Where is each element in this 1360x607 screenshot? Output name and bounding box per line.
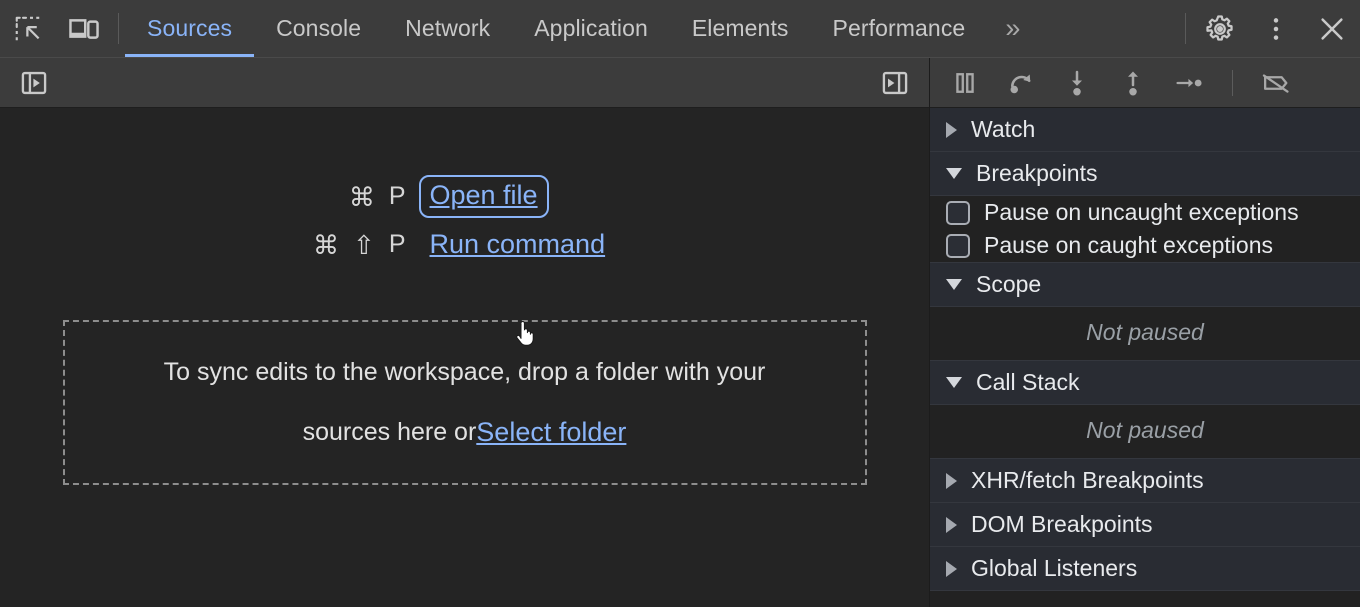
chevron-right-icon	[946, 472, 957, 489]
dropzone-text-2: sources here or	[302, 417, 477, 446]
command-key-glyph: ⌘	[348, 181, 375, 212]
shift-key-glyph: ⇧	[353, 229, 375, 260]
shortcut-keys-run-command: ⌘ ⇧ P	[200, 230, 430, 259]
chevron-double-right-icon: »	[1005, 13, 1021, 43]
toolbar-divider	[118, 13, 119, 44]
devtools-window: Sources Console Network Application Elem…	[0, 0, 1360, 607]
close-icon[interactable]	[1304, 0, 1360, 57]
deactivate-breakpoints-icon[interactable]	[1259, 66, 1293, 100]
debugger-toolbar	[930, 58, 1360, 108]
tab-label: Network	[405, 15, 491, 41]
shortcut-row-run-command: ⌘ ⇧ P Run command	[0, 229, 929, 260]
sidebar-section-label: Watch	[971, 116, 1036, 142]
debugger-sidebar: Watch Breakpoints Pause on uncaught exce…	[930, 58, 1360, 607]
inspect-element-icon[interactable]	[0, 0, 56, 57]
sidebar-section-dom-breakpoints[interactable]: DOM Breakpoints	[930, 503, 1360, 547]
tab-console[interactable]: Console	[254, 0, 383, 57]
more-tabs-button[interactable]: »	[987, 0, 1038, 57]
show-navigator-panel-icon[interactable]	[14, 63, 54, 103]
tab-sources[interactable]: Sources	[125, 0, 255, 57]
tab-elements[interactable]: Elements	[670, 0, 811, 57]
dropzone-line-2: sources here or Select folder	[303, 417, 627, 448]
shortcut-row-open-file: ⌘ P Open file	[0, 175, 929, 218]
tab-label: Sources	[147, 15, 233, 41]
p-key-glyph: P	[388, 182, 406, 210]
sidebar-section-breakpoints[interactable]: Breakpoints	[930, 152, 1360, 196]
step-out-icon[interactable]	[1116, 66, 1150, 100]
sidebar-section-label: XHR/fetch Breakpoints	[971, 467, 1204, 493]
chevron-down-icon	[946, 279, 962, 290]
sources-sub-toolbar	[0, 58, 929, 108]
chevron-down-icon	[946, 168, 962, 179]
pause-script-execution-icon[interactable]	[948, 66, 982, 100]
pause-on-caught-exceptions-row[interactable]: Pause on caught exceptions	[930, 229, 1360, 262]
run-command-action: Run command	[430, 229, 730, 260]
dropzone-line-1: To sync edits to the workspace, drop a f…	[164, 358, 766, 387]
sidebar-section-scope[interactable]: Scope	[930, 263, 1360, 307]
chevron-right-icon	[946, 516, 957, 533]
show-debugger-panel-icon[interactable]	[875, 63, 915, 103]
devtools-tab-bar: Sources Console Network Application Elem…	[0, 0, 1360, 58]
sidebar-section-label: Breakpoints	[976, 160, 1098, 186]
chevron-down-icon	[946, 377, 962, 388]
select-folder-link[interactable]: Select folder	[476, 417, 626, 448]
tab-label: Application	[534, 15, 648, 41]
sources-panel: ⌘ P Open file ⌘ ⇧ P Run command To sync …	[0, 58, 930, 607]
checkbox-caught-exceptions[interactable]	[946, 233, 970, 258]
step-icon[interactable]	[1172, 66, 1206, 100]
sidebar-section-label: DOM Breakpoints	[971, 511, 1153, 537]
breakpoints-section-body: Pause on uncaught exceptions Pause on ca…	[930, 196, 1360, 263]
step-over-icon[interactable]	[1004, 66, 1038, 100]
checkbox-uncaught-exceptions[interactable]	[946, 200, 970, 225]
checkbox-label: Pause on uncaught exceptions	[984, 199, 1299, 225]
tab-application[interactable]: Application	[512, 0, 670, 57]
tab-network[interactable]: Network	[383, 0, 512, 57]
checkbox-label: Pause on caught exceptions	[984, 232, 1273, 258]
sidebar-section-global-listeners[interactable]: Global Listeners	[930, 547, 1360, 591]
sidebar-section-label: Call Stack	[976, 369, 1080, 395]
sidebar-section-watch[interactable]: Watch	[930, 108, 1360, 152]
toolbar-divider-right	[1185, 13, 1186, 44]
workspace-dropzone[interactable]: To sync edits to the workspace, drop a f…	[62, 320, 867, 485]
chevron-right-icon	[946, 560, 957, 577]
chevron-right-icon	[946, 121, 957, 138]
shortcut-keys-open-file: ⌘ P	[200, 182, 430, 211]
toolbar-right-actions	[1179, 0, 1360, 57]
tab-performance[interactable]: Performance	[811, 0, 988, 57]
pause-on-uncaught-exceptions-row[interactable]: Pause on uncaught exceptions	[930, 196, 1360, 229]
p-key-glyph: P	[388, 230, 406, 258]
open-file-action: Open file	[418, 175, 730, 218]
sources-empty-state: ⌘ P Open file ⌘ ⇧ P Run command To sync …	[0, 108, 929, 607]
device-toolbar-icon[interactable]	[56, 0, 112, 57]
dropzone-text-1: To sync edits to the workspace, drop a f…	[163, 357, 766, 386]
tab-label: Console	[276, 15, 362, 41]
tab-label: Performance	[832, 15, 966, 41]
sidebar-section-call-stack[interactable]: Call Stack	[930, 361, 1360, 405]
panel-tabs: Sources Console Network Application Elem…	[125, 0, 1179, 57]
command-key-glyph: ⌘	[313, 229, 340, 260]
debugger-toolbar-divider	[1232, 69, 1233, 96]
sidebar-section-label: Global Listeners	[971, 555, 1138, 581]
tab-label: Elements	[691, 15, 789, 41]
sidebar-section-label: Scope	[976, 271, 1042, 297]
devtools-body: ⌘ P Open file ⌘ ⇧ P Run command To sync …	[0, 58, 1360, 607]
kebab-menu-icon[interactable]	[1248, 0, 1304, 57]
run-command-link[interactable]: Run command	[430, 229, 606, 260]
call-stack-section-body: Not paused	[930, 405, 1360, 459]
open-file-link[interactable]: Open file	[418, 175, 549, 218]
call-stack-status-text: Not paused	[1086, 417, 1204, 443]
scope-status-text: Not paused	[1086, 319, 1204, 345]
step-into-icon[interactable]	[1060, 66, 1094, 100]
scope-section-body: Not paused	[930, 307, 1360, 361]
gear-icon[interactable]	[1192, 0, 1248, 57]
sidebar-section-xhr-fetch-breakpoints[interactable]: XHR/fetch Breakpoints	[930, 459, 1360, 503]
